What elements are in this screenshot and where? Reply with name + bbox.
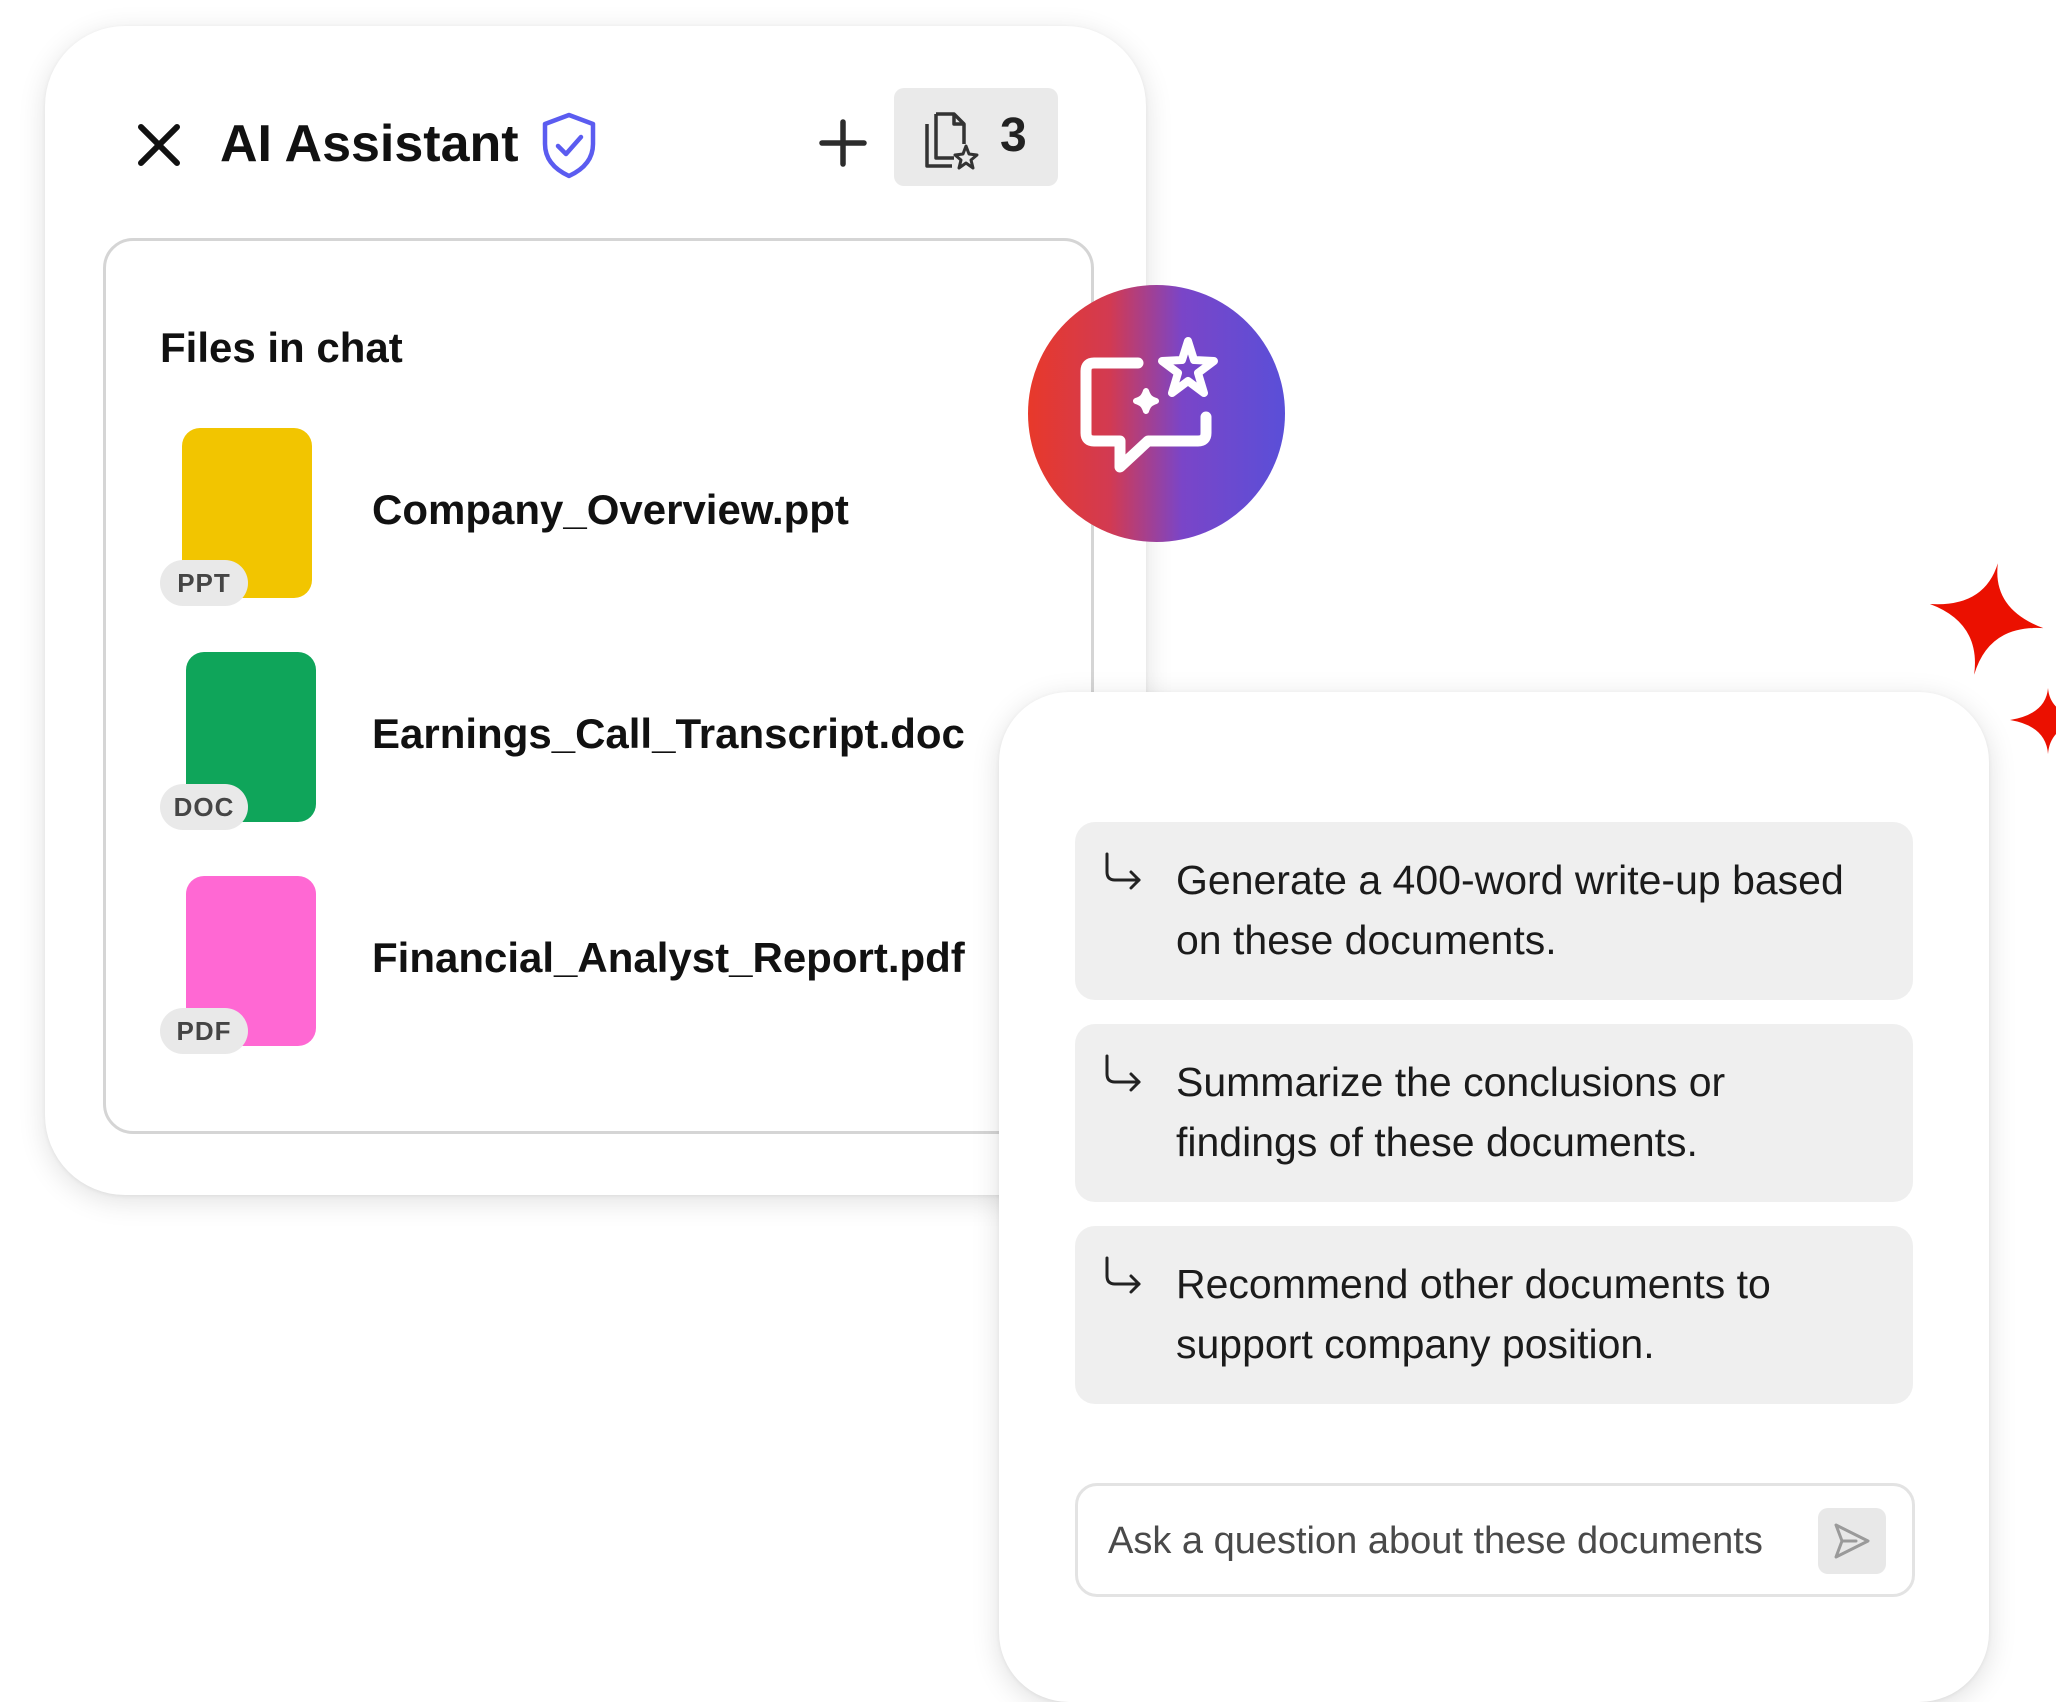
arrow-return-right-icon — [1105, 1256, 1141, 1294]
ask-question-input[interactable] — [1106, 1506, 1796, 1576]
files-in-chat-heading: Files in chat — [160, 324, 403, 371]
suggestion-text: Generate a 400-word write-up based on th… — [1176, 857, 1844, 963]
file-type-badge: DOC — [160, 784, 248, 830]
file-count: 3 — [1000, 109, 1027, 162]
ai-chat-sparkle-icon — [1080, 337, 1218, 473]
suggestion-summarize[interactable]: Summarize the conclusions or findings of… — [1075, 1024, 1913, 1202]
shield-check-icon — [542, 112, 596, 179]
suggestion-text: Recommend other documents to support com… — [1176, 1261, 1771, 1367]
file-name: Financial_Analyst_Report.pdf — [372, 934, 965, 981]
plus-icon — [819, 119, 867, 167]
add-file-button[interactable] — [818, 118, 868, 168]
suggestion-text: Summarize the conclusions or findings of… — [1176, 1059, 1726, 1165]
close-button[interactable] — [134, 120, 184, 170]
files-sparkle-icon — [925, 112, 979, 170]
file-name: Company_Overview.ppt — [372, 486, 849, 533]
files-in-chat-button[interactable]: 3 — [894, 88, 1058, 186]
file-type-badge: PDF — [160, 1008, 248, 1054]
ask-question-box — [1075, 1483, 1915, 1597]
sparkle-icon — [2010, 688, 2056, 754]
arrow-return-right-icon — [1105, 852, 1141, 890]
file-item-earnings-call-transcript[interactable]: DOC Earnings_Call_Transcript.doc — [160, 652, 1020, 830]
suggestion-recommend[interactable]: Recommend other documents to support com… — [1075, 1226, 1913, 1404]
file-item-company-overview[interactable]: PPT Company_Overview.ppt — [160, 428, 1020, 606]
suggestion-write-up[interactable]: Generate a 400-word write-up based on th… — [1075, 822, 1913, 1000]
file-name: Earnings_Call_Transcript.doc — [372, 710, 965, 757]
panel-title: AI Assistant — [220, 115, 519, 173]
close-icon — [138, 124, 180, 166]
file-item-financial-analyst-report[interactable]: PDF Financial_Analyst_Report.pdf — [160, 876, 1020, 1054]
sparkle-icon — [1929, 563, 2044, 675]
arrow-return-right-icon — [1105, 1054, 1141, 1092]
send-icon — [1834, 1523, 1870, 1559]
ai-assistant-badge — [1028, 285, 1285, 542]
file-type-badge: PPT — [160, 560, 248, 606]
send-button[interactable] — [1818, 1508, 1886, 1574]
